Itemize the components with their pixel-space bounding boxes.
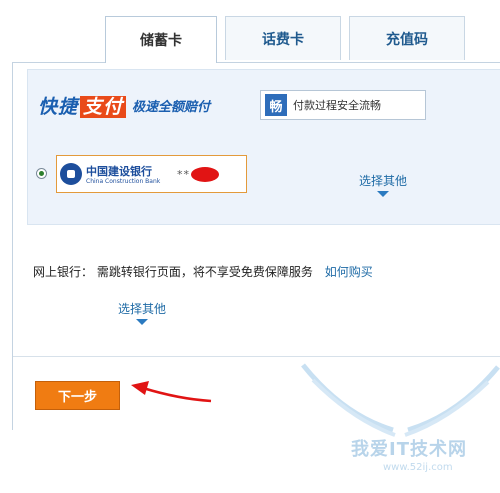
safety-text: 付款过程安全流畅 <box>293 99 381 112</box>
chevron-down-icon <box>377 191 389 197</box>
watermark: 我爱IT技术网 www.52ij.com <box>283 355 500 493</box>
quickpay-box: 快捷 支付 极速全额赔付 畅 付款过程安全流畅 中国建设银行 China Cons… <box>27 69 500 225</box>
bank-radio[interactable] <box>36 168 47 179</box>
redaction-mark <box>191 167 219 182</box>
tab-debit-card[interactable]: 储蓄卡 <box>105 16 217 63</box>
tab-phone-card[interactable]: 话费卡 <box>225 16 341 60</box>
choose-other-label: 选择其他 <box>358 174 407 188</box>
tab-recharge-code[interactable]: 充值码 <box>349 16 465 60</box>
quickpay-title-main: 快捷 <box>38 96 79 118</box>
online-bank-label: 网上银行： <box>33 265 94 279</box>
bank-card-option[interactable]: 中国建设银行 China Construction Bank ** <box>56 155 247 193</box>
quickpay-title-highlight: 支付 <box>80 96 127 118</box>
payment-panel: 快捷 支付 极速全额赔付 畅 付款过程安全流畅 中国建设银行 China Cons… <box>12 62 500 473</box>
choose-other-card-link[interactable]: 选择其他 <box>348 172 418 197</box>
quickpay-title: 快捷 支付 <box>38 92 128 119</box>
safety-badge: 畅 付款过程安全流畅 <box>260 90 426 120</box>
online-bank-row: 网上银行： 需跳转银行页面，将不享受免费保障服务 如何购买 <box>33 263 373 280</box>
quickpay-subtitle: 极速全额赔付 <box>132 100 211 115</box>
ccb-logo-icon <box>60 163 82 185</box>
watermark-url: www.52ij.com <box>383 462 453 473</box>
how-to-buy-link[interactable]: 如何购买 <box>325 265 373 279</box>
online-bank-desc: 需跳转银行页面，将不享受免费保障服务 <box>96 265 313 279</box>
next-step-button[interactable]: 下一步 <box>35 381 120 410</box>
bank-name: 中国建设银行 <box>86 165 152 178</box>
bank-name-en: China Construction Bank <box>86 178 161 185</box>
tab-bar: 储蓄卡 话费卡 充值码 <box>0 0 500 63</box>
smooth-icon: 畅 <box>265 94 287 116</box>
watermark-text: 我爱IT技术网 <box>351 439 467 460</box>
choose-other-bank-link[interactable]: 选择其他 <box>107 300 177 325</box>
red-arrow-annotation-icon <box>131 381 212 403</box>
choose-other-label-2: 选择其他 <box>117 302 166 316</box>
card-number: ** <box>177 168 190 181</box>
chevron-down-icon <box>136 319 148 325</box>
